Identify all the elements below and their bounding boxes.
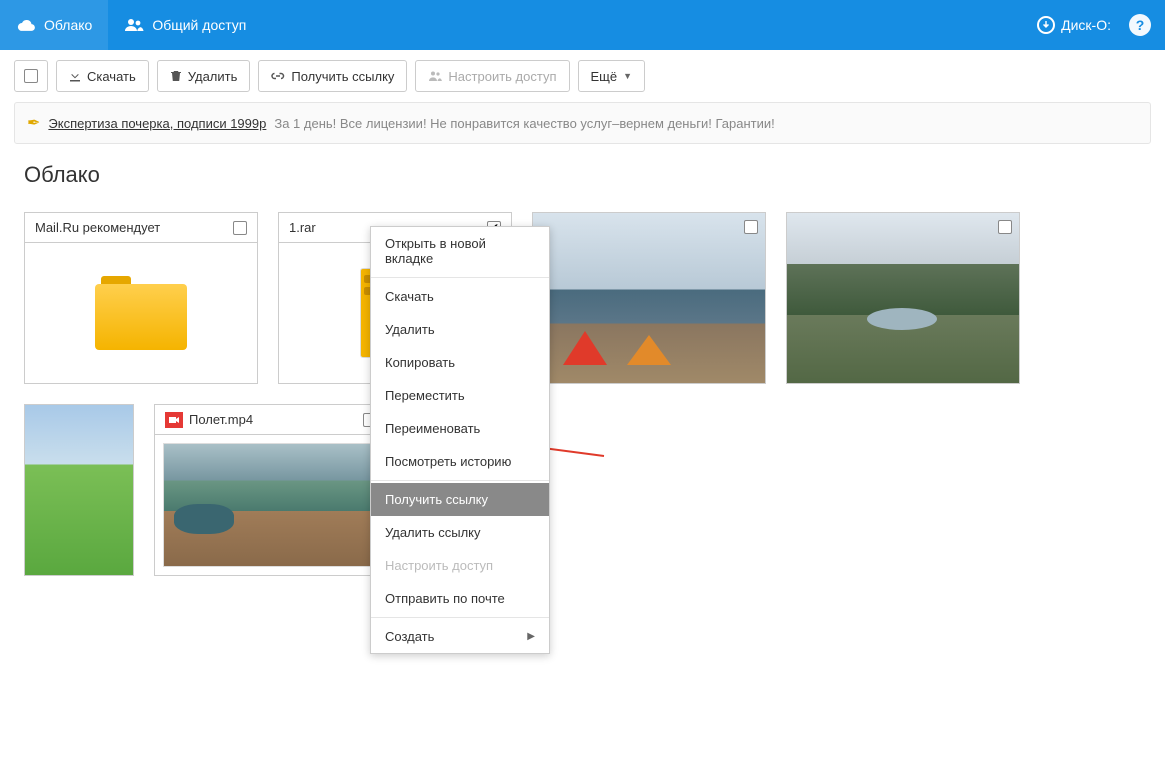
arrow-down-circle-icon	[1037, 16, 1055, 34]
ctx-delete[interactable]: Удалить	[371, 313, 549, 346]
ctx-rename[interactable]: Переименовать	[371, 412, 549, 445]
tile-recommendations[interactable]: Mail.Ru рекомендует	[24, 212, 258, 384]
ad-link[interactable]: Экспертиза почерка, подписи 1999р	[48, 116, 266, 131]
ctx-delete-link[interactable]: Удалить ссылку	[371, 516, 549, 549]
ad-banner[interactable]: ✒ Экспертиза почерка, подписи 1999р За 1…	[14, 102, 1151, 144]
toolbar: Скачать Удалить Получить ссылку Настроит…	[0, 50, 1165, 102]
people-icon	[124, 18, 144, 32]
get-link-button[interactable]: Получить ссылку	[258, 60, 407, 92]
photo-thumbnail	[787, 213, 1019, 383]
ctx-get-link[interactable]: Получить ссылку	[371, 483, 549, 516]
tile-title: Mail.Ru рекомендует	[35, 220, 160, 235]
feather-icon: ✒	[27, 113, 40, 133]
tab-cloud[interactable]: Облако	[0, 0, 108, 50]
tile-photo-3[interactable]	[24, 404, 134, 576]
get-link-label: Получить ссылку	[291, 69, 394, 84]
link-icon	[271, 70, 285, 82]
photo-thumbnail	[533, 213, 765, 383]
ad-text: За 1 день! Все лицензии! Не понравится к…	[274, 116, 774, 131]
page-title: Облако	[0, 148, 1165, 194]
more-label: Ещё	[591, 69, 618, 84]
tile-photo-2[interactable]	[786, 212, 1020, 384]
ctx-history[interactable]: Посмотреть историю	[371, 445, 549, 478]
ctx-open-new-tab[interactable]: Открыть в новой вкладке	[371, 227, 549, 275]
context-menu: Открыть в новой вкладке Скачать Удалить …	[370, 226, 550, 654]
delete-button[interactable]: Удалить	[157, 60, 251, 92]
top-nav: Облако Общий доступ Диск-О: ?	[0, 0, 1165, 50]
more-button[interactable]: Ещё ▼	[578, 60, 646, 92]
chevron-right-icon: ▶	[527, 631, 535, 642]
download-button[interactable]: Скачать	[56, 60, 149, 92]
tile-title: Полет.mp4	[189, 412, 253, 427]
ctx-configure-access[interactable]: Настроить доступ	[371, 549, 549, 582]
file-grid: Mail.Ru рекомендует 1.rar	[0, 194, 1165, 594]
ctx-create[interactable]: Создать ▶	[371, 620, 549, 653]
video-badge-icon	[165, 412, 183, 428]
tab-cloud-label: Облако	[44, 17, 92, 33]
disk-o-label: Диск-О:	[1061, 17, 1111, 33]
tile-checkbox[interactable]	[998, 220, 1012, 234]
tab-shared[interactable]: Общий доступ	[108, 0, 262, 50]
ctx-move[interactable]: Переместить	[371, 379, 549, 412]
ctx-copy[interactable]: Копировать	[371, 346, 549, 379]
ctx-send-email[interactable]: Отправить по почте	[371, 582, 549, 615]
folder-icon	[95, 276, 187, 350]
cloud-icon	[16, 18, 36, 32]
tile-checkbox[interactable]	[744, 220, 758, 234]
download-icon	[69, 70, 81, 82]
help-icon[interactable]: ?	[1129, 14, 1151, 36]
caret-down-icon: ▼	[623, 71, 632, 81]
people-small-icon	[428, 70, 442, 82]
checkbox-icon	[24, 69, 38, 83]
video-thumbnail	[163, 443, 379, 567]
configure-access-button[interactable]: Настроить доступ	[415, 60, 569, 92]
download-label: Скачать	[87, 69, 136, 84]
tile-title: 1.rar	[289, 220, 316, 235]
trash-icon	[170, 70, 182, 82]
tile-checkbox[interactable]	[233, 221, 247, 235]
disk-o-link[interactable]: Диск-О:	[1027, 16, 1121, 34]
ctx-download[interactable]: Скачать	[371, 280, 549, 313]
photo-thumbnail	[25, 405, 133, 575]
tile-photo-1[interactable]	[532, 212, 766, 384]
tab-shared-label: Общий доступ	[152, 17, 246, 33]
configure-access-label: Настроить доступ	[448, 69, 556, 84]
select-all-checkbox[interactable]	[14, 60, 48, 92]
delete-label: Удалить	[188, 69, 238, 84]
tile-video[interactable]: Полет.mp4	[154, 404, 388, 576]
